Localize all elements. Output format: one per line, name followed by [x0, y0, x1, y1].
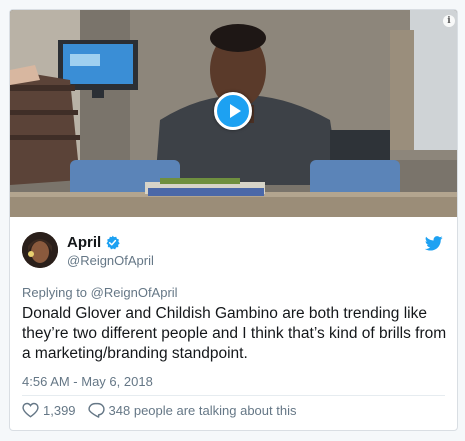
reply-prefix: Replying to: [22, 285, 88, 300]
heart-icon: [22, 402, 39, 418]
replies-text: 348 people are talking about this: [108, 402, 297, 418]
play-button[interactable]: [214, 92, 252, 130]
action-bar: 1,399 348 people are talking about this: [22, 402, 296, 418]
info-icon[interactable]: i: [443, 15, 455, 27]
reply-to-handle[interactable]: @ReignOfApril: [91, 285, 178, 300]
timestamp[interactable]: 4:56 AM - May 6, 2018: [22, 374, 153, 389]
divider: [22, 395, 445, 396]
display-name[interactable]: April: [67, 234, 101, 251]
avatar-image: [22, 232, 58, 268]
replying-to: Replying to @ReignOfApril: [22, 285, 178, 300]
like-count: 1,399: [43, 402, 76, 418]
play-icon: [230, 104, 241, 118]
video-thumbnail[interactable]: i: [10, 10, 457, 217]
verified-icon: [106, 235, 120, 250]
twitter-bird-icon[interactable]: [425, 236, 443, 251]
reply-bubble-icon: [87, 402, 105, 418]
user-handle[interactable]: @ReignOfApril: [67, 253, 154, 268]
tweet-text: Donald Glover and Childish Gambino are b…: [22, 305, 447, 362]
embedded-tweet-card: i April @ReignOfApril Replying to @Reign…: [9, 9, 458, 431]
tweet-header: April @ReignOfApril: [22, 232, 445, 272]
avatar[interactable]: [22, 232, 58, 268]
name-row: April: [67, 234, 120, 251]
reply-action[interactable]: 348 people are talking about this: [87, 402, 297, 418]
like-action[interactable]: 1,399: [22, 402, 76, 418]
